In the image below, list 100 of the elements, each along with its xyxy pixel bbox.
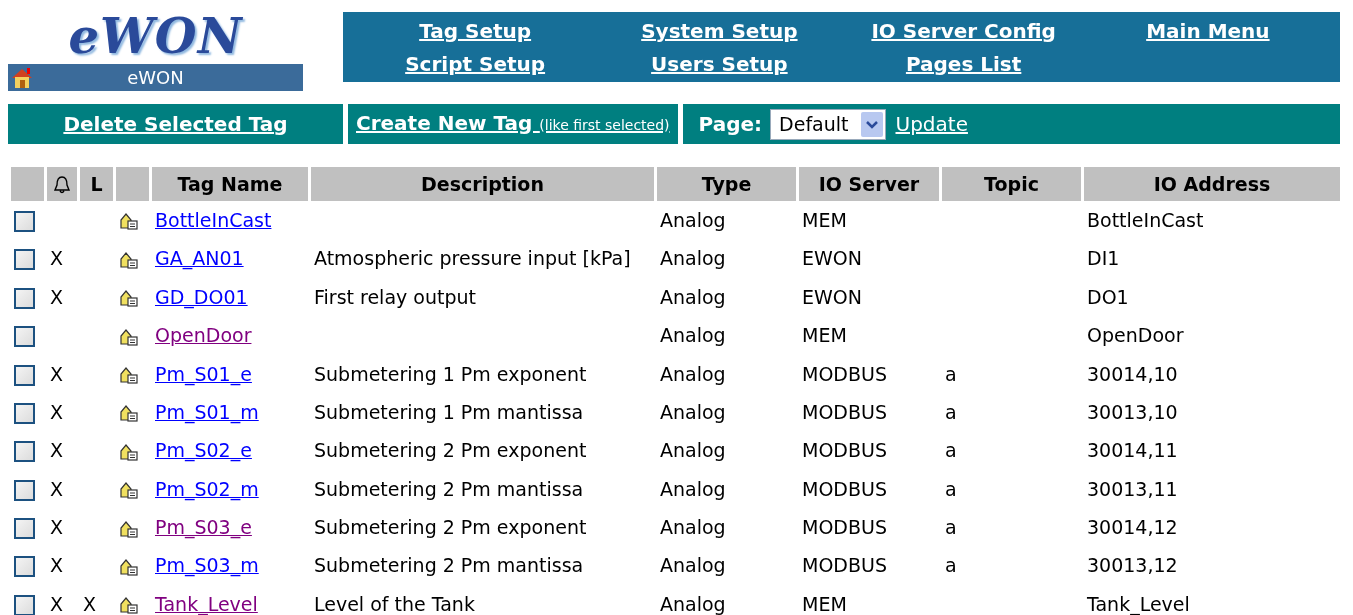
delete-selected-tag-link[interactable]: Delete Selected Tag bbox=[63, 107, 288, 141]
tag-icon bbox=[119, 289, 139, 308]
table-cell: 30013,12 bbox=[1087, 554, 1178, 577]
table-cell: Analog bbox=[660, 208, 726, 231]
nav-link[interactable]: Tag Setup bbox=[419, 15, 532, 48]
tag-name-link[interactable]: Tank_Level bbox=[155, 592, 258, 615]
column-header: Type bbox=[657, 167, 796, 201]
table-cell: EWON bbox=[802, 247, 862, 270]
nav-link[interactable]: Pages List bbox=[905, 48, 1022, 81]
tag-name-link[interactable]: BottleInCast bbox=[155, 208, 272, 231]
row-checkbox[interactable] bbox=[14, 441, 35, 463]
table-cell: MODBUS bbox=[802, 400, 887, 423]
table-cell: a bbox=[945, 554, 957, 577]
row-checkbox[interactable] bbox=[14, 326, 35, 348]
tag-icon bbox=[119, 366, 139, 384]
table-cell: MEM bbox=[802, 592, 847, 615]
table-cell: X bbox=[50, 247, 64, 270]
row-checkbox[interactable] bbox=[14, 364, 35, 386]
column-header: Topic bbox=[942, 167, 1081, 201]
column-header: IO Address bbox=[1084, 167, 1340, 201]
page-select[interactable]: Default bbox=[770, 108, 886, 140]
table-cell: X bbox=[50, 362, 64, 385]
table-cell: Submetering 2 Pm exponent bbox=[314, 439, 587, 462]
table-cell: a bbox=[945, 439, 957, 462]
table-cell: Level of the Tank bbox=[314, 592, 475, 615]
table-cell: a bbox=[945, 400, 957, 423]
row-checkbox[interactable] bbox=[14, 402, 35, 424]
tag-icon bbox=[119, 404, 139, 423]
tag-name-link[interactable]: GA_AN01 bbox=[155, 247, 244, 270]
tag-icon bbox=[119, 442, 139, 461]
table-cell: Submetering 2 Pm mantissa bbox=[314, 477, 584, 500]
tag-icon bbox=[119, 481, 139, 500]
table-cell: MODBUS bbox=[802, 516, 887, 539]
column-header: IO Server bbox=[799, 167, 939, 201]
table-cell: a bbox=[945, 516, 957, 539]
row-checkbox[interactable] bbox=[14, 210, 35, 232]
table-cell: Analog bbox=[660, 592, 726, 615]
table-cell: X bbox=[50, 592, 64, 615]
dropdown-icon bbox=[860, 111, 883, 137]
table-cell: DI1 bbox=[1087, 247, 1120, 270]
table-cell: Analog bbox=[660, 554, 726, 577]
table-cell: Analog bbox=[660, 285, 726, 308]
tag-name-link[interactable]: Pm_S01_m bbox=[155, 400, 259, 423]
table-cell: Analog bbox=[660, 477, 726, 500]
nav-link[interactable]: System Setup bbox=[641, 15, 798, 48]
tag-name-link[interactable]: Pm_S02_m bbox=[155, 477, 259, 500]
table-cell: X bbox=[83, 592, 97, 615]
page-label: Page: bbox=[698, 111, 763, 138]
tag-name-link[interactable]: Pm_S02_e bbox=[155, 439, 252, 462]
tag-icon bbox=[119, 212, 139, 231]
row-checkbox[interactable] bbox=[14, 287, 35, 309]
logo-text: eWON bbox=[68, 8, 243, 64]
table-cell: X bbox=[50, 439, 64, 462]
nav-link[interactable]: Main Menu bbox=[1146, 15, 1270, 48]
column-header: L bbox=[80, 167, 113, 201]
table-cell: MODBUS bbox=[802, 362, 887, 385]
table-cell: Analog bbox=[660, 439, 726, 462]
tag-name-link[interactable]: GD_DO01 bbox=[155, 285, 248, 308]
table-cell: Analog bbox=[660, 400, 726, 423]
table-cell: a bbox=[945, 477, 957, 500]
table-cell: 30014,12 bbox=[1087, 516, 1178, 539]
table-cell: a bbox=[945, 362, 957, 385]
bell-icon bbox=[53, 175, 71, 196]
table-cell: Tank_Level bbox=[1087, 592, 1190, 615]
tag-icon bbox=[119, 557, 139, 576]
tag-icon bbox=[119, 596, 139, 615]
update-link[interactable]: Update bbox=[895, 107, 968, 141]
column-header: Tag Name bbox=[152, 167, 308, 201]
table-cell: 30014,11 bbox=[1087, 439, 1178, 462]
nav-link[interactable]: Script Setup bbox=[405, 48, 546, 81]
nav-link[interactable]: Users Setup bbox=[651, 48, 788, 81]
table-cell: DO1 bbox=[1087, 285, 1129, 308]
tag-name-link[interactable]: OpenDoor bbox=[155, 324, 252, 347]
tag-name-link[interactable]: Pm_S03_m bbox=[155, 554, 259, 577]
tag-icon bbox=[119, 519, 139, 538]
row-checkbox[interactable] bbox=[14, 518, 35, 540]
row-checkbox[interactable] bbox=[14, 249, 35, 271]
table-cell: Analog bbox=[660, 516, 726, 539]
table-cell: Submetering 2 Pm exponent bbox=[314, 516, 587, 539]
table-cell: MODBUS bbox=[802, 477, 887, 500]
row-checkbox[interactable] bbox=[14, 479, 35, 501]
table-cell: EWON bbox=[802, 285, 862, 308]
row-checkbox[interactable] bbox=[14, 556, 35, 578]
table-cell: X bbox=[50, 477, 64, 500]
tag-name-link[interactable]: Pm_S03_e bbox=[155, 516, 252, 539]
tag-icon bbox=[119, 327, 139, 346]
table-cell: BottleInCast bbox=[1087, 208, 1204, 231]
table-cell: 30013,10 bbox=[1087, 400, 1178, 423]
tag-icon bbox=[119, 250, 139, 269]
nav-link[interactable]: IO Server Config bbox=[871, 15, 1056, 48]
table-cell: Analog bbox=[660, 324, 726, 347]
row-checkbox[interactable] bbox=[14, 594, 35, 615]
table-cell: Analog bbox=[660, 362, 726, 385]
table-cell: MODBUS bbox=[802, 439, 887, 462]
title-text: eWON bbox=[127, 66, 184, 90]
tag-name-link[interactable]: Pm_S01_e bbox=[155, 362, 252, 385]
create-new-tag-link[interactable]: Create New Tag (like first selected) bbox=[356, 106, 670, 142]
table-cell: MEM bbox=[802, 208, 847, 231]
table-cell: Submetering 1 Pm mantissa bbox=[314, 400, 584, 423]
table-cell: Submetering 1 Pm exponent bbox=[314, 362, 587, 385]
